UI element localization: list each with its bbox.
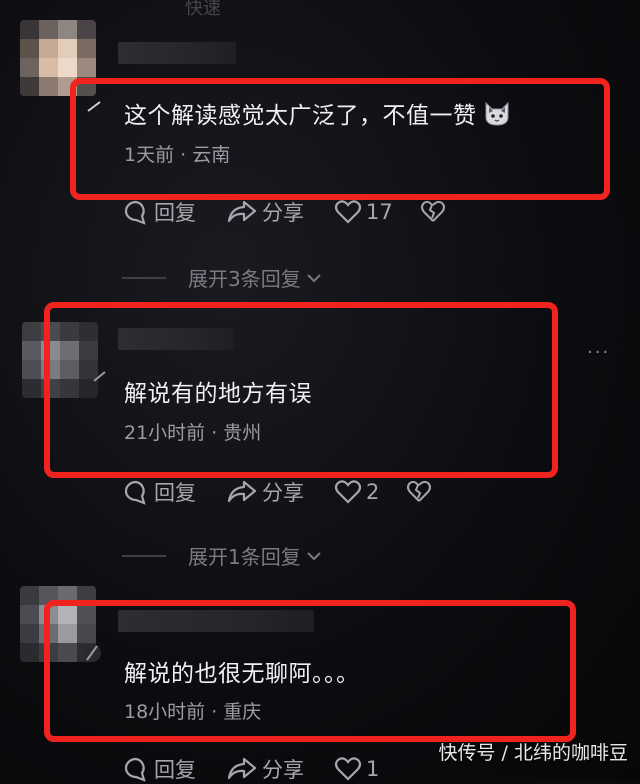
dislike-button[interactable]: [420, 197, 446, 227]
heart-icon: [334, 757, 362, 781]
share-icon: [227, 757, 257, 780]
comment-icon: [124, 480, 146, 505]
share-label: 分享: [262, 481, 304, 505]
reply-label: 回复: [154, 201, 196, 225]
like-button[interactable]: 17: [334, 197, 393, 227]
heart-icon: [334, 200, 362, 224]
share-icon: [227, 200, 257, 223]
divider-line: [122, 276, 166, 279]
comment-time-location: 1天前 · 云南: [124, 144, 231, 166]
reply-label: 回复: [154, 481, 196, 505]
like-button[interactable]: 2: [334, 477, 379, 507]
reply-button[interactable]: 回复: [122, 477, 196, 507]
cut-off-text: 快速: [185, 0, 221, 19]
share-button[interactable]: 分享: [226, 197, 304, 227]
expand-replies-label: 展开3条回复: [188, 267, 301, 291]
reply-corner-icon: [92, 368, 108, 387]
comment-icon: [124, 200, 146, 225]
like-count: 1: [366, 757, 380, 781]
comment-text-content: 这个解读感觉太广泛了，不值一赞: [124, 103, 477, 129]
heart-icon: [334, 480, 362, 504]
dislike-button[interactable]: [406, 477, 432, 507]
expand-replies-button[interactable]: 展开3条回复: [122, 263, 323, 292]
reply-button[interactable]: 回复: [122, 197, 196, 227]
comment-text: 这个解读感觉太广泛了，不值一赞: [124, 96, 511, 133]
broken-heart-icon: [421, 200, 445, 222]
action-row: 回复 分享 2: [122, 477, 452, 507]
chevron-down-icon: [307, 551, 321, 560]
username-blurred[interactable]: [118, 42, 236, 64]
reply-corner-icon: [86, 98, 104, 117]
share-label: 分享: [262, 758, 304, 782]
share-button[interactable]: 分享: [226, 754, 304, 784]
divider-line: [122, 554, 166, 557]
comment-time-location: 21小时前 · 贵州: [124, 422, 262, 444]
share-button[interactable]: 分享: [226, 477, 304, 507]
share-icon: [227, 480, 257, 503]
comment-section: 快速 这个解读感觉太广泛了，不值一赞 1天前 · 云南 回复 分享 17 展开3…: [0, 0, 640, 782]
reply-label: 回复: [154, 758, 196, 782]
comment-time-location: 18小时前 · 重庆: [124, 701, 262, 723]
comment-text: 解说的也很无聊阿。。。: [124, 661, 360, 687]
chevron-down-icon: [307, 273, 321, 282]
expand-replies-label: 展开1条回复: [188, 545, 301, 569]
comment-text: 解说有的地方有误: [124, 381, 312, 407]
like-button[interactable]: 1: [334, 754, 379, 784]
like-count: 2: [366, 480, 380, 504]
action-row: 回复 分享 1: [122, 754, 452, 784]
broken-heart-icon: [407, 480, 431, 502]
like-count: 17: [366, 200, 393, 224]
reply-button[interactable]: 回复: [122, 754, 196, 784]
reply-corner-icon: [82, 640, 102, 670]
watermark: 快传号 / 北纬的咖啡豆: [438, 742, 628, 764]
more-options-button[interactable]: ···: [587, 342, 610, 363]
action-row: 回复 分享 17: [122, 197, 452, 227]
cat-emoji-icon: [483, 101, 511, 133]
expand-replies-button[interactable]: 展开1条回复: [122, 541, 323, 570]
share-label: 分享: [262, 201, 304, 225]
